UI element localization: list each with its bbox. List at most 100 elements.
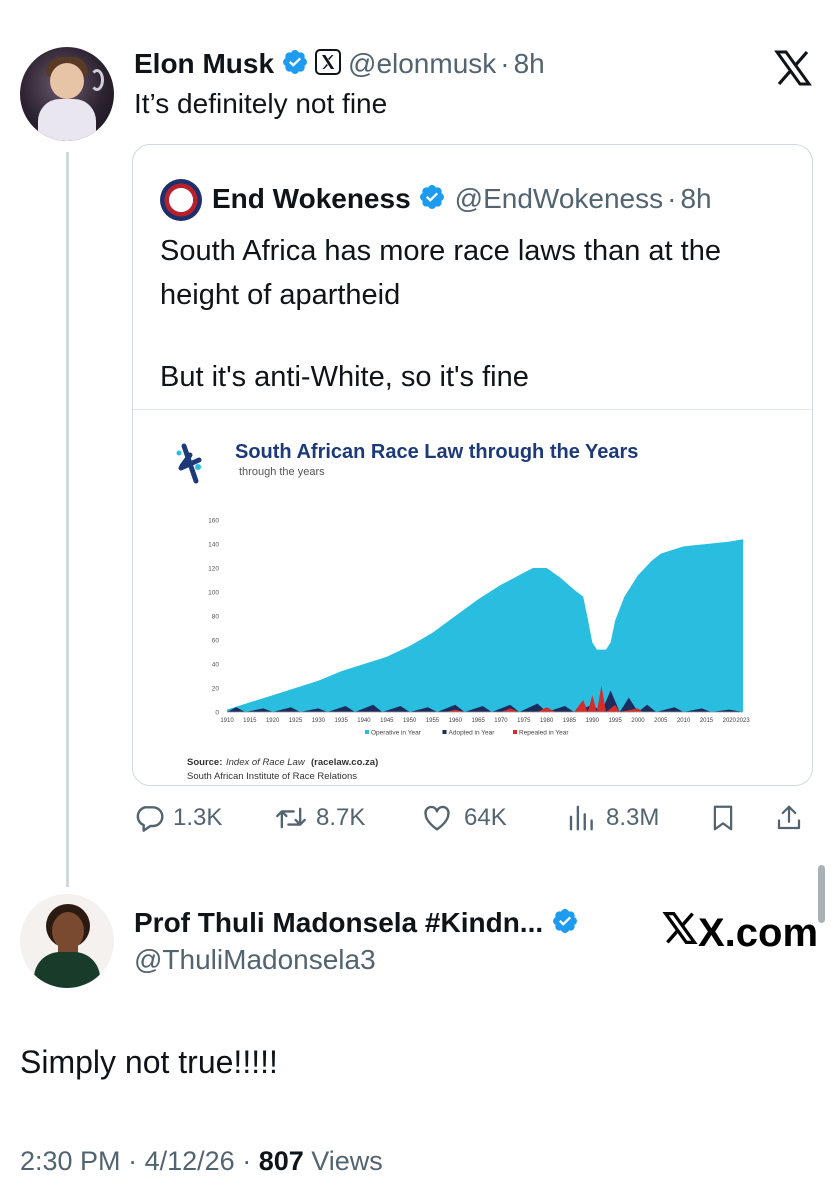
quoted-text-line: South Africa has more race laws than at … [160, 235, 721, 267]
x-logo-icon [662, 910, 698, 956]
x-tick-label: 1925 [289, 718, 303, 724]
series-area-operative-in-year [227, 539, 743, 712]
x-logo-icon [773, 48, 813, 88]
x-tick-label: 1975 [517, 718, 531, 724]
legend-label: Operative in Year [371, 730, 422, 737]
reply-tweet-meta: 2:30 PM · 4/12/26 · 807 Views [20, 1146, 383, 1177]
x-tick-label: 1965 [471, 718, 485, 724]
chart-subtitle: through the years [239, 466, 325, 478]
race-law-chart: South African Race Law through the Years… [176, 441, 750, 782]
y-tick-label: 140 [208, 542, 219, 549]
x-tick-label: 2020 [723, 718, 737, 724]
tweet-time[interactable]: 8h [514, 48, 545, 80]
avatar-end-wokeness[interactable] [160, 179, 202, 221]
views-count: 8.3M [606, 804, 660, 831]
xcom-watermark-text: X.com [698, 910, 819, 955]
verified-badge-icon [551, 907, 579, 940]
reply-views-count: 807 [258, 1146, 304, 1176]
legend-label: Adopted in Year [449, 730, 496, 737]
chart-source-org: South African Institute of Race Relation… [187, 771, 357, 782]
x-tick-label: 1960 [449, 718, 463, 724]
quoted-tweet-time[interactable]: 8h [680, 183, 711, 215]
scrollbar[interactable] [818, 865, 825, 923]
like-count: 64K [464, 804, 507, 831]
author-name[interactable]: Elon Musk [134, 48, 274, 80]
separator-dot: · [667, 183, 677, 214]
y-tick-label: 20 [212, 686, 220, 693]
heart-icon [420, 802, 454, 834]
separator-dot: · [128, 1146, 145, 1176]
x-tick-label: 1920 [266, 718, 280, 724]
x-tick-label: 2005 [654, 718, 668, 724]
y-tick-label: 0 [215, 710, 219, 717]
x-tick-label: 2015 [700, 718, 714, 724]
reply-tweet-header: Prof Thuli Madonsela #Kindn... [134, 905, 579, 941]
views-chart-icon [566, 802, 596, 834]
repost-icon [274, 802, 308, 834]
like-button[interactable]: 64K [420, 802, 507, 834]
separator-dot: · [500, 48, 510, 79]
repost-button[interactable]: 8.7K [274, 802, 365, 834]
author-handle[interactable]: @elonmusk [348, 48, 496, 80]
avatar-elon-musk[interactable] [20, 47, 114, 141]
reply-button[interactable]: 1.3K [133, 802, 222, 834]
x-tick-label: 1980 [540, 718, 554, 724]
chart-source-label: Source: [187, 757, 222, 768]
verified-badge-icon [281, 48, 309, 81]
xcom-watermark: X.com [662, 910, 818, 956]
reply-author-name[interactable]: Prof Thuli Madonsela #Kindn... [134, 907, 543, 939]
main-tweet-text: It’s definitely not fine [134, 88, 388, 119]
share-button[interactable] [774, 802, 804, 834]
x-tick-label: 1930 [312, 718, 326, 724]
bookmark-icon [708, 802, 738, 834]
thread-line [66, 152, 69, 887]
x-tick-label: 2010 [677, 718, 691, 724]
verified-badge-icon [418, 183, 446, 216]
x-tick-label: 1985 [563, 718, 577, 724]
chart-image[interactable]: South African Race Law through the Years… [133, 410, 812, 785]
reply-count: 1.3K [173, 804, 223, 831]
separator-dot: · [242, 1146, 259, 1176]
y-tick-label: 60 [212, 638, 220, 645]
x-tick-label: 1970 [494, 718, 508, 724]
avatar-thuli-madonsela[interactable] [20, 894, 114, 988]
quoted-author-name[interactable]: End Wokeness [212, 183, 411, 215]
repost-count: 8.7K [316, 804, 366, 831]
chart-title: South African Race Law through the Years [235, 441, 638, 463]
x-tick-label: 2023 [736, 718, 750, 724]
x-tick-label: 1955 [426, 718, 440, 724]
reply-time[interactable]: 2:30 PM [20, 1146, 121, 1176]
x-tick-label: 1940 [357, 718, 371, 724]
irr-logo-icon [176, 443, 202, 484]
x-tick-label: 1945 [380, 718, 394, 724]
y-tick-label: 120 [208, 566, 219, 573]
quoted-tweet-card[interactable]: End Wokeness @EndWokeness · 8h South Afr… [132, 144, 813, 786]
main-tweet-header: Elon Musk @elonmusk · 8h [134, 46, 545, 82]
x-affiliate-icon [315, 48, 342, 80]
x-tick-label: 2000 [631, 718, 645, 724]
quoted-tweet-text: South Africa has more race laws than at … [160, 229, 800, 399]
x-tick-label: 1915 [243, 718, 257, 724]
quoted-text-line: height of apartheid [160, 279, 401, 311]
quoted-author-handle[interactable]: @EndWokeness [455, 183, 663, 215]
reply-author-handle[interactable]: @ThuliMadonsela3 [134, 944, 376, 976]
chart-source-site: (racelaw.co.za) [311, 757, 378, 768]
y-tick-label: 160 [208, 518, 219, 525]
reply-date[interactable]: 4/12/26 [145, 1146, 235, 1176]
legend-swatch [442, 730, 447, 734]
y-tick-label: 40 [212, 662, 220, 669]
legend-swatch [513, 730, 517, 734]
y-tick-label: 100 [208, 590, 219, 597]
x-tick-label: 1910 [220, 718, 234, 724]
quoted-tweet-header: End Wokeness @EndWokeness · 8h [212, 179, 712, 219]
legend-label: Repealed in Year [519, 730, 569, 737]
reply-icon [133, 802, 165, 834]
views-button[interactable]: 8.3M [566, 802, 659, 834]
reply-views-label: Views [311, 1146, 383, 1176]
share-icon [774, 802, 804, 834]
x-tick-label: 1935 [334, 718, 348, 724]
legend-swatch [365, 730, 369, 734]
y-tick-label: 80 [212, 614, 220, 621]
bookmark-button[interactable] [708, 802, 738, 834]
x-tick-label: 1990 [586, 718, 600, 724]
